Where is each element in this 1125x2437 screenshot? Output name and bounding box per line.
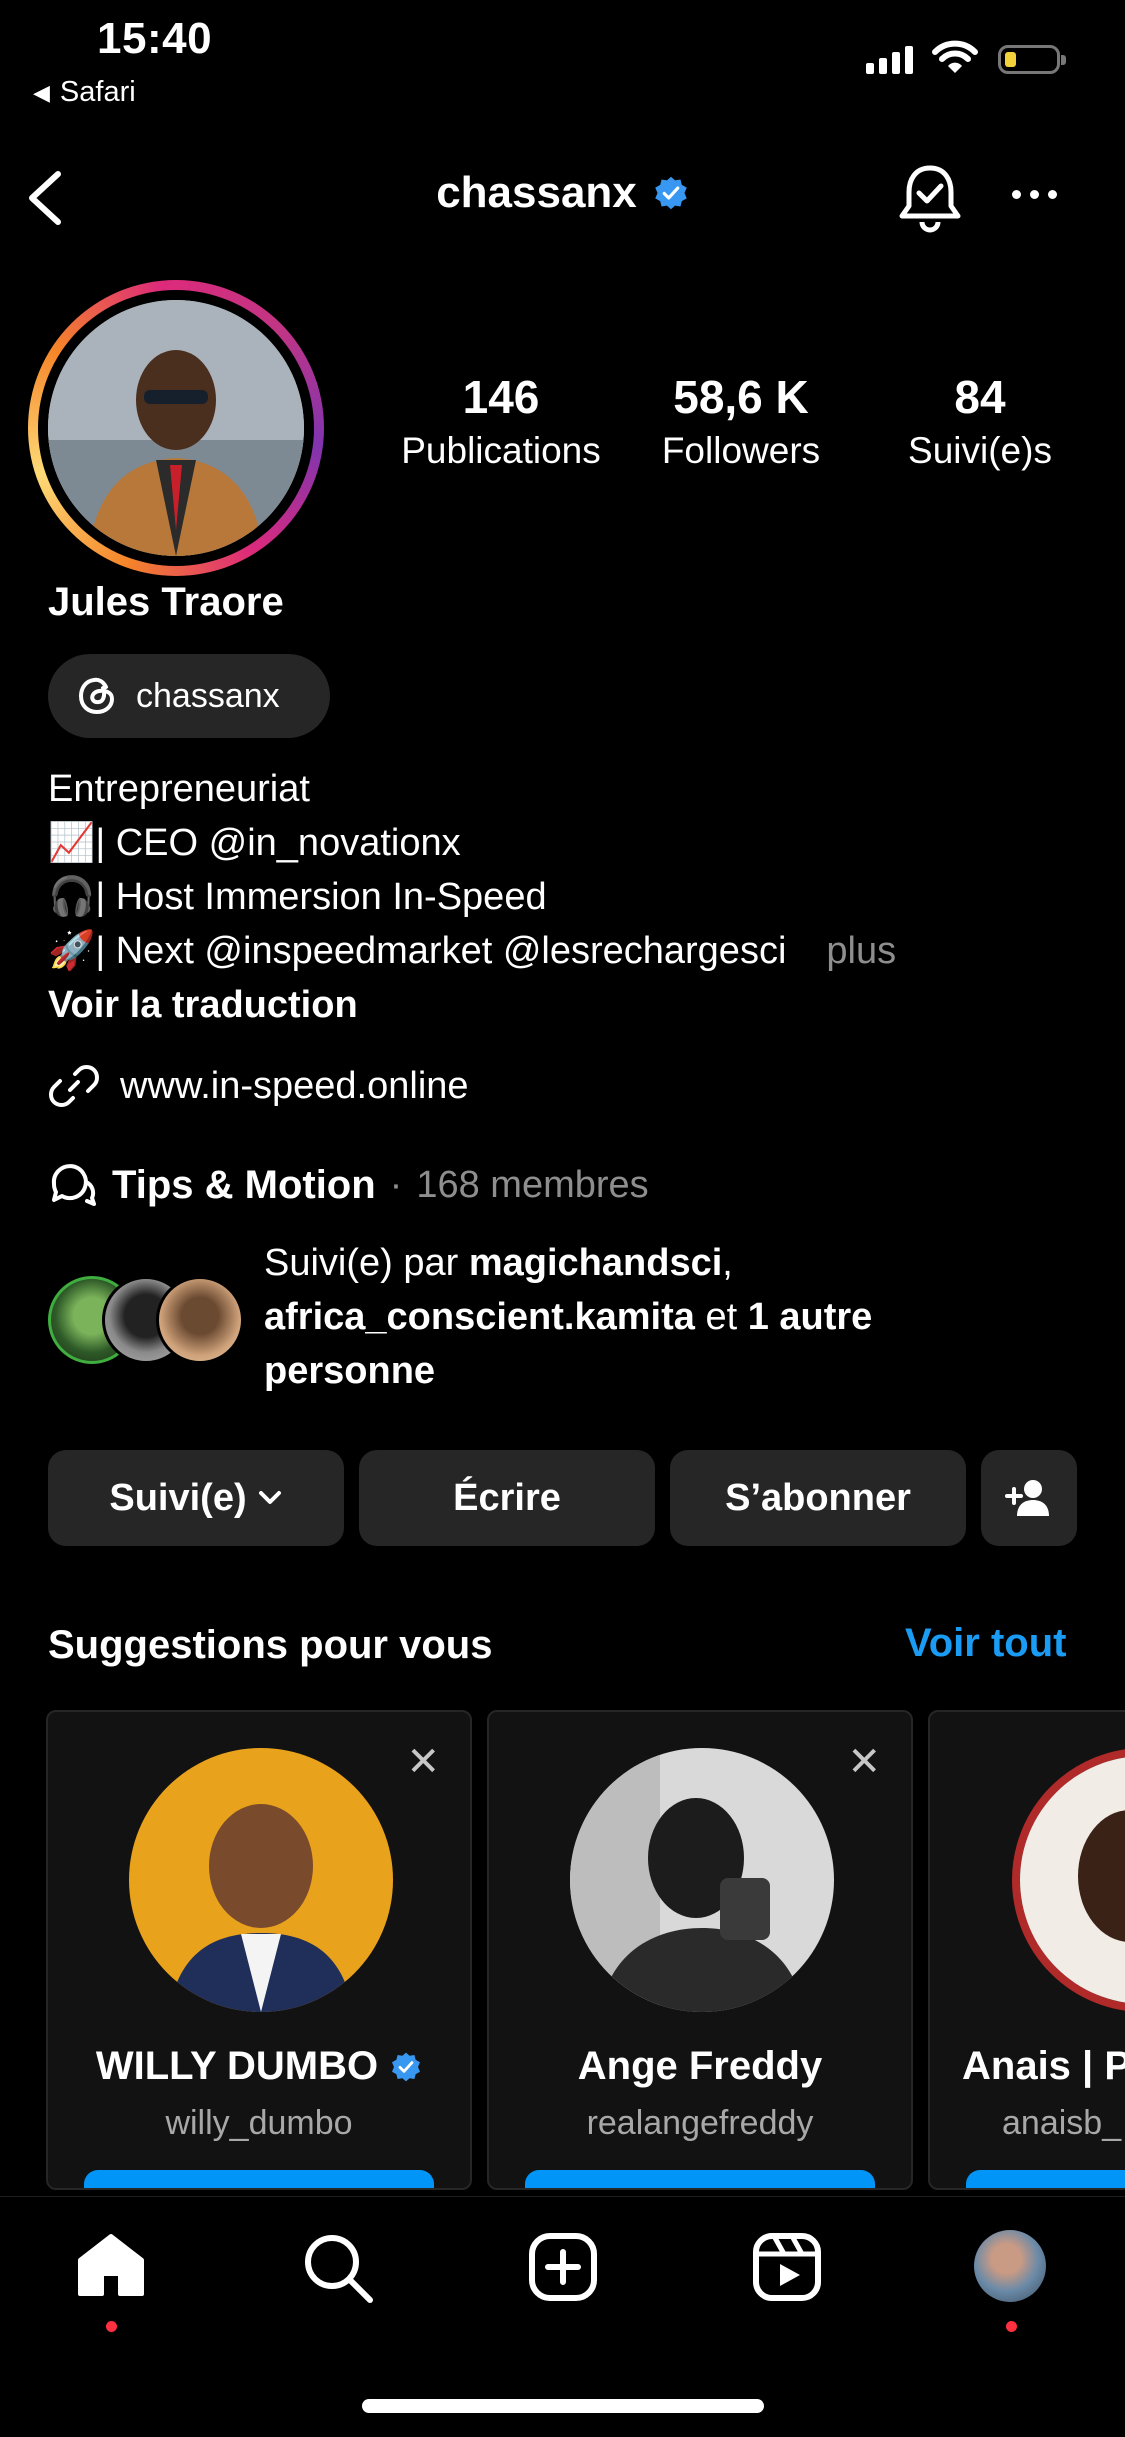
stat-publications-value: 146: [462, 371, 540, 423]
stat-publications-label: Publications: [401, 430, 601, 471]
following-button[interactable]: Suivi(e): [48, 1450, 344, 1546]
link-icon: [49, 1065, 99, 1107]
back-app-label: Safari: [59, 76, 136, 108]
add-post-icon: [529, 2233, 597, 2301]
reels-icon: [753, 2233, 821, 2301]
stat-followers-value: 58,6 K: [673, 371, 809, 423]
follow-button[interactable]: [84, 2170, 434, 2188]
channel-name: Tips & Motion: [112, 1162, 376, 1207]
suggestion-card[interactable]: ✕ Ange Freddy realangefreddy: [487, 1710, 913, 2190]
suggested-users-button[interactable]: [981, 1450, 1077, 1546]
home-notification-dot: [106, 2321, 117, 2332]
battery-icon: [998, 45, 1066, 74]
home-indicator: [362, 2399, 764, 2413]
stat-publications[interactable]: 146 Publications: [386, 370, 616, 472]
follow-button[interactable]: [966, 2170, 1125, 2188]
home-icon: [78, 2234, 144, 2296]
profile-photo: [48, 300, 304, 556]
channel-separator: ·: [389, 1163, 403, 1206]
followed-by-user-1: magichandsci: [468, 1242, 723, 1284]
chevron-down-icon: [258, 1491, 281, 1504]
more-options-icon[interactable]: [1012, 190, 1057, 199]
see-translation-link[interactable]: Voir la traduction: [48, 978, 896, 1032]
verified-badge-icon: [392, 2052, 421, 2081]
threads-icon: [78, 677, 115, 715]
profile-avatar[interactable]: [28, 280, 324, 576]
message-button-label: Écrire: [453, 1476, 561, 1519]
followed-by-text[interactable]: Suivi(e) par magichandsci, africa_consci…: [264, 1236, 1024, 1398]
verified-badge-icon: [655, 176, 687, 210]
mutual-avatar-3: [156, 1276, 244, 1364]
suggestion-card[interactable]: Anais | P anaisb_: [928, 1710, 1125, 2190]
stat-followers-label: Followers: [661, 430, 821, 471]
close-icon[interactable]: ✕: [847, 1742, 881, 1782]
subscribe-button-label: S’abonner: [725, 1476, 911, 1519]
see-all-link[interactable]: Voir tout: [905, 1621, 1066, 1666]
tab-home[interactable]: [76, 2232, 146, 2303]
profile-website-link[interactable]: www.in-speed.online: [48, 1060, 469, 1112]
tab-create[interactable]: [528, 2232, 598, 2307]
stat-following[interactable]: 84 Suivi(e)s: [880, 370, 1080, 472]
suggestion-avatar[interactable]: [570, 1748, 834, 2012]
profile-bio: Entrepreneuriat 📈| CEO @in_novationx 🎧| …: [48, 762, 896, 1032]
stat-following-value: 84: [954, 371, 1006, 423]
wifi-icon: [932, 40, 978, 79]
bio-more-link[interactable]: plus: [826, 930, 896, 972]
notification-bell-icon[interactable]: [895, 162, 965, 241]
suggestion-username: realangefreddy: [586, 2104, 814, 2142]
stat-following-label: Suivi(e)s: [908, 430, 1052, 471]
suggestion-username: willy_dumbo: [165, 2104, 353, 2142]
tab-profile-avatar[interactable]: [974, 2230, 1046, 2302]
suggestion-name: WILLY DUMBO: [95, 2044, 379, 2088]
back-to-app-link[interactable]: ◀ Safari: [33, 76, 136, 109]
followed-by-user-2: africa_conscient.kamita: [264, 1296, 695, 1338]
search-icon: [305, 2235, 373, 2303]
channel-chat-icon: [51, 1164, 96, 1206]
suggestion-name: Ange Freddy: [577, 2044, 823, 2088]
suggestion-avatar[interactable]: [1012, 1748, 1125, 2012]
bio-line-2: 📈| CEO @in_novationx: [48, 822, 461, 864]
followed-by-middle: et: [694, 1296, 748, 1338]
threads-handle: chassanx: [136, 676, 280, 715]
bio-line-4: 🚀| Next @inspeedmarket @lesrechargesci: [48, 930, 787, 972]
back-triangle-icon: ◀: [33, 79, 50, 105]
profile-notification-dot: [1006, 2321, 1017, 2332]
suggestion-avatar[interactable]: [129, 1748, 393, 2012]
tab-search[interactable]: [302, 2232, 374, 2309]
bio-line-3: 🎧| Host Immersion In-Speed: [48, 876, 547, 918]
threads-profile-pill[interactable]: chassanx: [48, 654, 330, 738]
channel-members: 168 membres: [416, 1163, 649, 1206]
header-username: chassanx: [436, 168, 637, 217]
website-url: www.in-speed.online: [120, 1064, 469, 1107]
subscribe-button[interactable]: S’abonner: [670, 1450, 966, 1546]
mutual-followers-avatars[interactable]: [48, 1276, 248, 1364]
message-button[interactable]: Écrire: [359, 1450, 655, 1546]
add-user-icon: [1005, 1480, 1049, 1516]
follow-button[interactable]: [525, 2170, 875, 2188]
tab-reels[interactable]: [752, 2232, 822, 2307]
broadcast-channel[interactable]: Tips & Motion · 168 membres: [48, 1162, 649, 1208]
followed-by-comma: ,: [722, 1242, 733, 1284]
bio-line-1: Entrepreneuriat: [48, 768, 310, 810]
close-icon[interactable]: ✕: [406, 1742, 440, 1782]
suggestion-card[interactable]: ✕ WILLY DUMBO willy_dumbo: [46, 1710, 472, 2190]
suggestions-title: Suggestions pour vous: [48, 1623, 493, 1667]
suggestion-username: anaisb_: [1002, 2104, 1122, 2142]
profile-full-name: Jules Traore: [48, 580, 284, 624]
suggestion-name: Anais | P: [962, 2044, 1125, 2088]
status-time: 15:40: [97, 14, 213, 63]
stat-followers[interactable]: 58,6 K Followers: [633, 370, 849, 472]
followed-by-prefix: Suivi(e) par: [264, 1242, 469, 1284]
following-button-label: Suivi(e): [109, 1476, 247, 1519]
cellular-signal-icon: [866, 44, 913, 74]
